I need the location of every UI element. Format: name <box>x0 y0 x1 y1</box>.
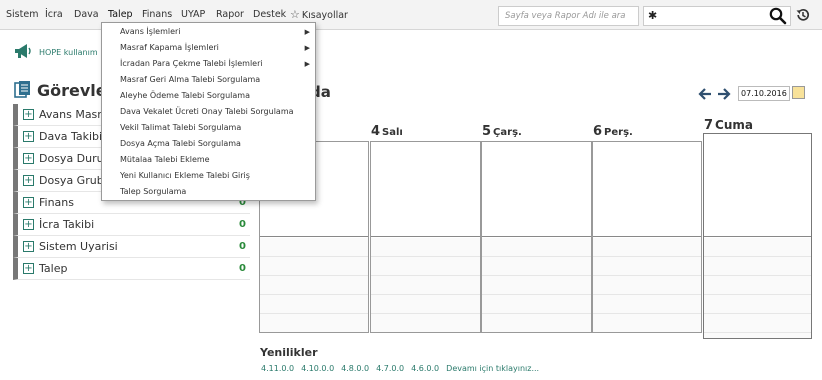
task-row-icra[interactable]: + İcra Takibi 0 <box>13 214 250 236</box>
day-name: Çarş. <box>493 127 522 138</box>
submenu-arrow-icon: ▶ <box>304 60 310 68</box>
dropdown-item[interactable]: Aleyhe Ödeme Talebi Sorgulama <box>120 91 250 100</box>
menu-kisayollar-label: Kısayollar <box>301 10 348 21</box>
task-label: Sistem Uyarisi <box>39 240 118 253</box>
menu-destek[interactable]: Destek <box>253 9 286 20</box>
dropdown-item[interactable]: İcradan Para Çekme Talebi İşlemleri <box>120 59 263 68</box>
menu-finans[interactable]: Finans <box>142 9 172 20</box>
expand-icon[interactable]: + <box>23 197 34 208</box>
expand-icon[interactable]: + <box>23 131 34 142</box>
day-name: Cuma <box>715 118 753 132</box>
calendar-icon[interactable] <box>792 86 805 99</box>
day-events-area[interactable] <box>704 134 811 237</box>
day-number: 7 <box>704 118 714 133</box>
search-icon[interactable] <box>768 5 788 29</box>
dropdown-item[interactable]: Dosya Açma Talebi Sorgulama <box>120 139 241 148</box>
version-link[interactable]: 4.10.0.0 <box>301 364 334 373</box>
version-link[interactable]: 4.8.0.0 <box>341 364 369 373</box>
arrow-left-icon[interactable] <box>698 86 712 105</box>
task-label: Dosya Grubu <box>39 174 111 187</box>
menu-rapor[interactable]: Rapor <box>216 9 244 20</box>
day-events-area[interactable] <box>371 142 480 237</box>
day-number: 6 <box>593 124 603 139</box>
day-slots-area[interactable] <box>704 238 811 338</box>
expand-icon[interactable]: + <box>23 263 34 274</box>
day-slots-area[interactable] <box>260 238 368 332</box>
day-header: 4 Salı <box>371 120 403 139</box>
history-icon[interactable] <box>795 7 811 27</box>
day-column-today[interactable] <box>703 133 812 339</box>
task-label: Finans <box>39 196 74 209</box>
submenu-arrow-icon: ▶ <box>304 28 310 36</box>
day-events-area[interactable] <box>593 142 701 237</box>
tasks-heading: Görevler <box>14 80 115 102</box>
star-icon: ☆ <box>290 8 300 21</box>
day-slots-area[interactable] <box>482 238 591 332</box>
dropdown-item[interactable]: Dava Vekalet Ücreti Onay Talebi Sorgulam… <box>120 107 294 116</box>
task-count: 0 <box>239 241 246 252</box>
day-slots-area[interactable] <box>593 238 701 332</box>
expand-icon[interactable]: + <box>23 219 34 230</box>
news-heading: Yenilikler <box>260 346 318 359</box>
dropdown-item[interactable]: Talep Sorgulama <box>120 187 186 196</box>
day-slots-area[interactable] <box>371 238 480 332</box>
menu-dava[interactable]: Dava <box>74 9 99 20</box>
dropdown-item[interactable]: Mütalaa Talebi Ekleme <box>120 155 210 164</box>
settings-icon[interactable]: ✱ <box>648 9 657 22</box>
day-number: 5 <box>482 124 492 139</box>
page-search-input[interactable]: Sayfa veya Rapor Adı ile ara <box>498 6 639 26</box>
version-link[interactable]: 4.11.0.0 <box>261 364 294 373</box>
announcement-link[interactable]: HOPE kullanım <box>39 48 98 57</box>
day-header-today: 7 Cuma <box>704 114 753 133</box>
day-column[interactable] <box>481 141 592 333</box>
task-row-sistem-uyarisi[interactable]: + Sistem Uyarisi 0 <box>13 236 250 258</box>
dropdown-item[interactable]: Masraf Kapama İşlemleri <box>120 43 219 52</box>
day-events-area[interactable] <box>482 142 591 237</box>
date-field[interactable]: 07.10.2016 <box>738 86 790 101</box>
task-label: Dava Takibi <box>39 130 103 143</box>
task-count: 0 <box>239 219 246 230</box>
day-column[interactable] <box>592 141 702 333</box>
menu-sistem[interactable]: Sistem <box>6 9 38 20</box>
submenu-arrow-icon: ▶ <box>304 44 310 52</box>
task-count: 0 <box>239 263 246 274</box>
arrow-right-icon[interactable] <box>717 86 731 105</box>
quick-command-input[interactable]: ✱ <box>643 6 791 26</box>
version-link[interactable]: 4.7.0.0 <box>376 364 404 373</box>
task-label: İcra Takibi <box>39 218 95 231</box>
expand-icon[interactable]: + <box>23 109 34 120</box>
task-row-talep[interactable]: + Talep 0 <box>13 258 250 280</box>
menu-uyap[interactable]: UYAP <box>181 9 205 20</box>
news-links: 4.11.0.0 4.10.0.0 4.8.0.0 4.7.0.0 4.6.0.0 Dev… <box>261 364 546 373</box>
day-name: Perş. <box>604 127 633 138</box>
day-header: 5 Çarş. <box>482 120 522 139</box>
version-link[interactable]: 4.6.0.0 <box>411 364 439 373</box>
more-link[interactable]: Devamı için tıklayınız... <box>446 364 539 373</box>
menu-kisayollar[interactable]: ☆ Kısayollar <box>290 8 348 21</box>
document-icon <box>14 80 31 102</box>
dropdown-item[interactable]: Vekil Talimat Talebi Sorgulama <box>120 123 241 132</box>
day-header: 6 Perş. <box>593 120 633 139</box>
talep-dropdown-menu: Avans İşlemleri ▶ Masraf Kapama İşlemleri… <box>101 22 316 201</box>
day-number: 4 <box>371 124 381 139</box>
dropdown-item[interactable]: Avans İşlemleri <box>120 27 181 36</box>
expand-icon[interactable]: + <box>23 175 34 186</box>
expand-icon[interactable]: + <box>23 241 34 252</box>
expand-icon[interactable]: + <box>23 153 34 164</box>
day-column[interactable] <box>370 141 481 333</box>
dropdown-item[interactable]: Yeni Kullanıcı Ekleme Talebi Giriş <box>120 171 250 180</box>
dropdown-item[interactable]: Masraf Geri Alma Talebi Sorgulama <box>120 75 260 84</box>
megaphone-icon <box>14 43 32 61</box>
task-label: Talep <box>39 262 68 275</box>
day-name: Salı <box>382 127 403 138</box>
menu-talep[interactable]: Talep <box>108 9 133 20</box>
menu-icra[interactable]: İcra <box>45 9 63 20</box>
